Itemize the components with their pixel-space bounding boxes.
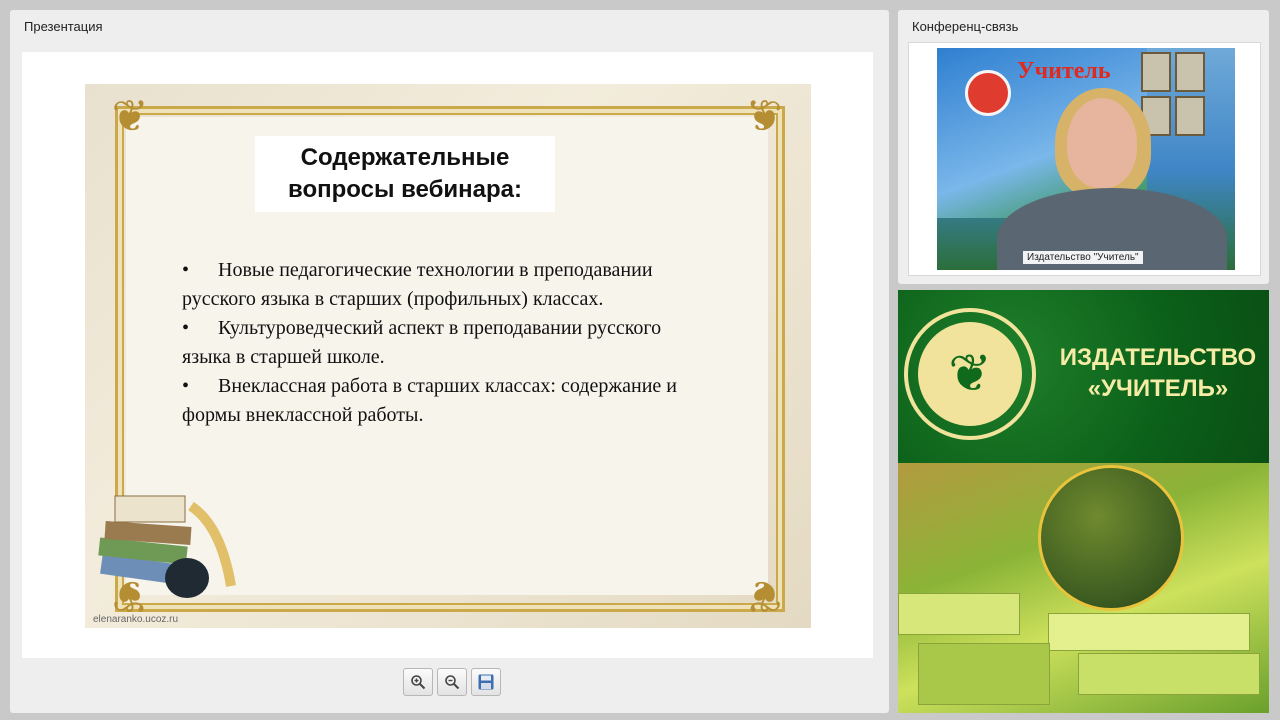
book-stack-icon: [918, 643, 1050, 705]
bullet-icon: •: [182, 375, 190, 397]
webcam-video[interactable]: Учитель Издательство "Учитель": [937, 48, 1235, 270]
presentation-panel: Презентация ❦ ❦ ❦ ❦ Содержательные вопро…: [10, 10, 889, 713]
zoom-in-icon: [411, 675, 426, 690]
slide-title: Содержательные вопросы вебинара:: [288, 144, 522, 203]
video-banner-text: Учитель: [1017, 58, 1111, 84]
zoom-in-button[interactable]: [403, 668, 433, 696]
ornament-icon: ❦: [111, 91, 149, 142]
list-item: • Новые педагогические технологии в препо…: [182, 256, 682, 314]
promo-banner: ❦ ИЗДАТЕЛЬСТВО «УЧИТЕЛЬ»: [898, 290, 1269, 463]
books-illustration-icon: [98, 495, 236, 598]
presenter-face: [1067, 98, 1137, 188]
publisher-name: ИЗДАТЕЛЬСТВО «УЧИТЕЛЬ»: [1048, 342, 1268, 404]
publisher-logo-icon: [965, 70, 1011, 116]
publisher-name-line2: «УЧИТЕЛЬ»: [1087, 375, 1229, 402]
zoom-out-icon: [445, 675, 460, 690]
publisher-name-line1: ИЗДАТЕЛЬСТВО: [1059, 344, 1257, 371]
video-caption: Издательство "Учитель": [1023, 251, 1143, 264]
book-stack-icon: [1048, 613, 1250, 651]
frame-icon: [1175, 96, 1205, 136]
list-item-text: Культуроведческий аспект в преподавании …: [182, 317, 662, 368]
zoom-out-button[interactable]: [437, 668, 467, 696]
list-item: • Внеклассная работа в старших классах: с…: [182, 372, 682, 430]
video-frame: Учитель Издательство "Учитель": [908, 42, 1261, 276]
frame-icon: [1141, 52, 1171, 92]
presentation-panel-title: Презентация: [24, 19, 103, 34]
slide-watermark: elenaranko.ucoz.ru: [93, 614, 179, 625]
book-stack-icon: [1078, 653, 1260, 695]
presentation-viewport: ❦ ❦ ❦ ❦ Содержательные вопросы вебинара:…: [22, 52, 873, 658]
book-stack-icon: [898, 593, 1020, 635]
slide: ❦ ❦ ❦ ❦ Содержательные вопросы вебинара:…: [85, 84, 811, 628]
list-item: • Культуроведческий аспект в преподавании…: [182, 314, 682, 372]
list-item-text: Новые педагогические технологии в препод…: [182, 259, 653, 310]
publisher-emblem-icon: ❦: [904, 308, 1036, 440]
presentation-toolbar: [403, 668, 501, 696]
save-button[interactable]: [471, 668, 501, 696]
slide-title-box: Содержательные вопросы вебинара:: [255, 136, 555, 212]
list-item-text: Внеклассная работа в старших классах: со…: [182, 375, 678, 426]
save-icon: [478, 674, 494, 690]
globe-icon: [1038, 465, 1184, 611]
book-emblem-icon: ❦: [918, 322, 1022, 426]
ornament-icon: ❦: [745, 91, 783, 142]
frame-icon: [1175, 52, 1205, 92]
bullet-icon: •: [182, 317, 190, 339]
promo-image: [898, 463, 1269, 713]
bullet-icon: •: [182, 259, 190, 281]
publisher-promo: ❦ ИЗДАТЕЛЬСТВО «УЧИТЕЛЬ»: [898, 290, 1269, 713]
conference-panel-title: Конференц-связь: [912, 19, 1019, 34]
slide-bullet-list: • Новые педагогические технологии в препо…: [182, 256, 682, 430]
conference-panel: Конференц-связь Учитель Издательство "Уч…: [898, 10, 1269, 284]
ornament-icon: ❦: [745, 570, 783, 621]
